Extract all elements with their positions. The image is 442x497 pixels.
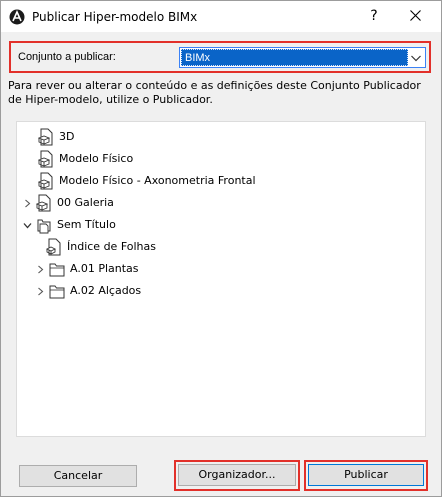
description-text: Para rever ou alterar o conteúdo e as de… (8, 79, 421, 106)
tree-item-label: Sem Título (57, 218, 116, 231)
publish-set-dropdown[interactable]: BIMx (179, 47, 426, 68)
tree-item-modelo-fisico[interactable]: Modelo Físico (38, 148, 133, 170)
tree-item-label: 3D (59, 130, 75, 143)
chevron-down-icon[interactable] (22, 220, 32, 230)
chevron-right-icon[interactable] (35, 264, 45, 274)
folder-icon (49, 285, 65, 299)
close-icon (409, 10, 421, 21)
chevron-down-icon (411, 55, 421, 62)
tree-item-label: Modelo Físico - Axonometria Frontal (59, 174, 256, 187)
view-3d-icon (36, 194, 51, 212)
sheet-index-icon (46, 238, 61, 256)
tree-item-00-galeria[interactable]: 00 Galeria (22, 192, 114, 214)
window-title: Publicar Hiper-modelo BIMx (32, 10, 198, 24)
close-button[interactable] (404, 5, 426, 27)
view-3d-icon (38, 150, 53, 168)
tree-item-label: A.01 Plantas (70, 262, 139, 275)
tree-item-a02-alcados[interactable]: A.02 Alçados (35, 280, 141, 302)
tree-item-label: Modelo Físico (59, 152, 134, 165)
publish-set-label: Conjunto a publicar: (18, 51, 116, 63)
tree-item-label: Índice de Folhas (67, 240, 156, 253)
view-3d-icon (38, 172, 53, 190)
tree-item-label: A.02 Alçados (70, 284, 142, 297)
tree-item-label: 00 Galeria (57, 196, 114, 209)
tree-item-3d[interactable]: 3D (38, 126, 74, 148)
organizer-button[interactable]: Organizador... (178, 464, 296, 486)
title-bar: Publicar Hiper-modelo BIMx ? (1, 1, 441, 32)
chevron-right-icon[interactable] (22, 198, 32, 208)
help-button[interactable]: ? (363, 5, 385, 27)
view-3d-icon (38, 128, 53, 146)
archicad-app-icon (9, 9, 25, 25)
tree-item-sem-titulo[interactable]: Sem Título (22, 214, 116, 236)
folder-icon (49, 263, 65, 277)
chevron-right-icon[interactable] (35, 286, 45, 296)
publish-set-tree[interactable]: 3D Modelo Físico Modelo Físico - Axonome… (16, 121, 426, 437)
tree-item-modelo-fisico-axonometria[interactable]: Modelo Físico - Axonometria Frontal (38, 170, 256, 192)
publish-set-selected-value: BIMx (181, 49, 408, 66)
publish-bimx-dialog: Publicar Hiper-modelo BIMx ? Conjunto a … (0, 0, 442, 497)
layout-book-icon (37, 219, 51, 234)
tree-item-indice-de-folhas[interactable]: Índice de Folhas (46, 236, 156, 258)
cancel-button[interactable]: Cancelar (19, 465, 137, 487)
publish-button[interactable]: Publicar (308, 464, 424, 486)
tree-item-a01-plantas[interactable]: A.01 Plantas (35, 258, 139, 280)
publish-set-row: Conjunto a publicar: BIMx (9, 41, 431, 73)
